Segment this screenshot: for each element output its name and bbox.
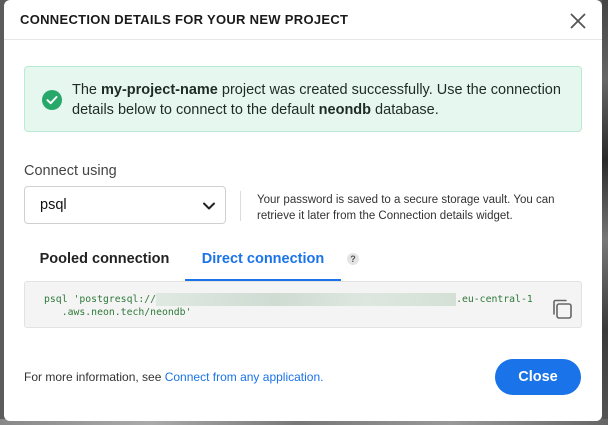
- modal-title: CONNECTION DETAILS FOR YOUR NEW PROJECT: [20, 12, 349, 27]
- connection-details-modal: CONNECTION DETAILS FOR YOUR NEW PROJECT …: [4, 0, 602, 421]
- copy-icon[interactable]: [550, 297, 576, 323]
- close-button[interactable]: Close: [495, 359, 581, 395]
- connect-from-app-link[interactable]: Connect from any application.: [165, 370, 324, 384]
- code-prefix: psql 'postgresql://: [44, 294, 157, 305]
- database-name: neondb: [318, 102, 372, 118]
- alert-text-end: database.: [371, 102, 439, 118]
- chevron-down-icon: [203, 202, 215, 210]
- connection-string: psql 'postgresql:// .eu-central-1 .aws.ne…: [44, 293, 534, 319]
- footer-info: For more information, see Connect from a…: [24, 370, 323, 384]
- connection-string-box: psql 'postgresql:// .eu-central-1 .aws.ne…: [24, 281, 582, 328]
- tab-pooled-connection[interactable]: Pooled connection: [24, 243, 185, 281]
- success-alert: The my-project-name project was created …: [24, 66, 582, 132]
- check-circle-icon: [42, 90, 62, 110]
- modal-header: CONNECTION DETAILS FOR YOUR NEW PROJECT: [4, 0, 602, 40]
- project-name: my-project-name: [101, 82, 218, 98]
- redacted-credentials: [156, 293, 457, 306]
- alert-message: The my-project-name project was created …: [72, 82, 561, 118]
- code-suffix: .eu-central-1: [456, 294, 533, 305]
- select-value: psql: [40, 197, 67, 213]
- footer-text: For more information, see: [24, 370, 165, 384]
- close-icon[interactable]: [568, 11, 588, 31]
- help-icon[interactable]: ?: [347, 253, 359, 265]
- connect-using-label: Connect using: [24, 163, 117, 179]
- connection-tabs: Pooled connection Direct connection ?: [24, 243, 582, 281]
- password-note: Your password is saved to a secure stora…: [257, 194, 555, 222]
- connect-using-select[interactable]: psql: [24, 186, 226, 224]
- code-line2: .aws.neon.tech/neondb': [44, 307, 192, 318]
- tab-direct-connection[interactable]: Direct connection: [185, 243, 341, 281]
- vertical-divider: [240, 191, 241, 221]
- background-page: [602, 0, 608, 425]
